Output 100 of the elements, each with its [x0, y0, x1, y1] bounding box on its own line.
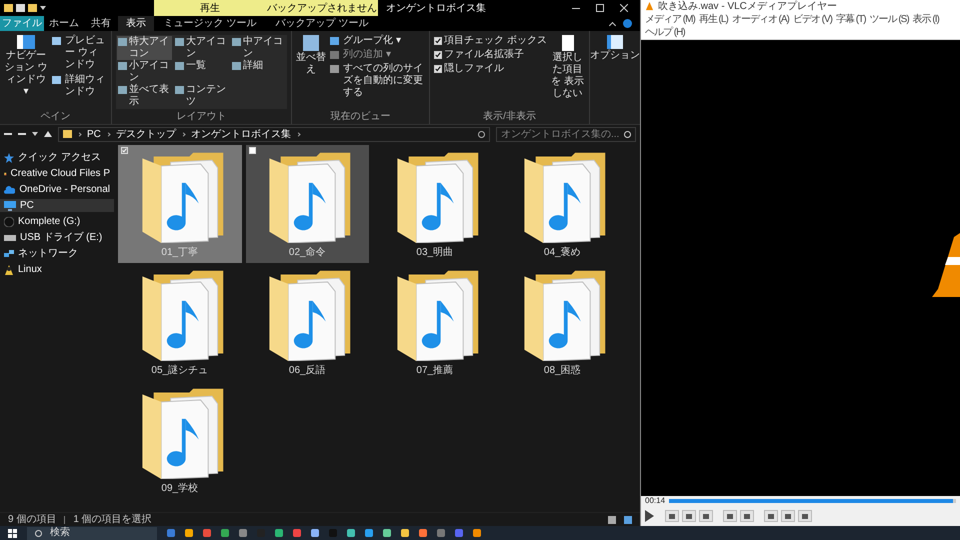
- check-icon: [122, 148, 127, 153]
- navigation-pane-button[interactable]: ナビゲーション ウィンドウ▾: [4, 35, 48, 98]
- group-label: 表示/非表示: [482, 111, 537, 124]
- taskbar-app-icon[interactable]: [239, 529, 247, 537]
- folder-tile[interactable]: 06_反語: [246, 263, 369, 381]
- windows-logo-icon[interactable]: [8, 528, 17, 538]
- taskbar-app-icon[interactable]: [221, 529, 229, 537]
- taskbar-app-icon[interactable]: [437, 529, 445, 537]
- folder-name: 05_謎シチュ: [151, 364, 208, 378]
- hide-selected-button[interactable]: 選択した項目を 表示しない: [550, 35, 585, 100]
- nav-item[interactable]: クイック アクセス: [0, 151, 114, 164]
- menu-item[interactable]: メディア (M): [645, 13, 695, 26]
- ribbon-tab[interactable]: ミュージック ツール: [154, 16, 266, 31]
- layout-option[interactable]: コンテンツ: [174, 84, 229, 108]
- taskbar-app-icon[interactable]: [455, 529, 463, 537]
- nav-label: クイック アクセス: [18, 152, 101, 163]
- folder-tile[interactable]: 05_謎シチュ: [118, 263, 242, 381]
- network-icon: [4, 248, 14, 258]
- nav-label: USB ドライブ (E:): [20, 232, 102, 243]
- checkbox[interactable]: [434, 51, 442, 59]
- taskbar-app-icon[interactable]: [185, 529, 193, 537]
- folder-tile[interactable]: 09_学校: [118, 381, 242, 499]
- folder-tile[interactable]: 04_褒め: [500, 145, 624, 263]
- address-bar[interactable]: PC デスクトップ オンゲントロボイス集: [58, 126, 490, 142]
- star-icon: [4, 152, 14, 162]
- menu-item[interactable]: 再生 (L): [698, 13, 728, 26]
- layout-option[interactable]: 並べて表示: [117, 84, 172, 108]
- menu-item[interactable]: 字幕 (T): [836, 13, 866, 26]
- ribbon-tab[interactable]: ホーム: [44, 16, 84, 31]
- layout-option[interactable]: 特大アイコン: [117, 36, 172, 60]
- breadcrumb[interactable]: デスクトップ: [116, 126, 176, 142]
- maximize-icon[interactable]: [596, 4, 604, 12]
- search-placeholder: 検索: [50, 527, 70, 539]
- item-checkbox[interactable]: [248, 147, 256, 154]
- menu-item[interactable]: ヘルプ (H): [645, 26, 685, 39]
- search-field[interactable]: オンゲントロボイス集の...: [496, 126, 636, 142]
- nav-item[interactable]: ネットワーク: [0, 247, 114, 260]
- preview-pane-button[interactable]: プレビュー ウィンドウ: [52, 35, 107, 71]
- taskbar-app-icon[interactable]: [419, 529, 427, 537]
- nav-label: PC: [20, 200, 34, 211]
- options-button[interactable]: オプション: [590, 35, 640, 62]
- ribbon-tab[interactable]: ファイル: [0, 16, 44, 31]
- taskbar-app-icon[interactable]: [275, 529, 283, 537]
- checkbox[interactable]: [434, 37, 442, 45]
- menu-item[interactable]: ビデオ (V): [792, 13, 832, 26]
- menu-item[interactable]: 表示 (I): [912, 13, 939, 26]
- menu-item[interactable]: ツール (S): [870, 13, 909, 26]
- context-tab-header: バックアップされません: [266, 0, 378, 16]
- breadcrumb[interactable]: PC: [87, 126, 101, 142]
- add-column-button[interactable]: 列の追加 ▾: [330, 49, 425, 61]
- nav-item[interactable]: OneDrive - Personal: [0, 183, 114, 196]
- taskbar-app-icon[interactable]: [347, 529, 355, 537]
- nav-item[interactable]: PC: [0, 199, 114, 212]
- breadcrumb[interactable]: オンゲントロボイス集: [190, 126, 291, 142]
- taskbar-app-icon[interactable]: [293, 529, 301, 537]
- folder-tile[interactable]: 03_明曲: [373, 145, 496, 263]
- layout-option[interactable]: 大アイコン: [174, 36, 229, 60]
- item-checkbox[interactable]: [121, 147, 128, 154]
- nav-label: Linux: [18, 264, 42, 275]
- sort-button[interactable]: 並べ替え: [296, 35, 326, 99]
- details-pane-button[interactable]: 詳細ウィンドウ: [52, 74, 107, 98]
- taskbar-app-icon[interactable]: [203, 529, 211, 537]
- dropdown-icon[interactable]: [32, 132, 38, 136]
- group-label: レイアウト: [176, 111, 228, 124]
- ribbon-tab[interactable]: バックアップ ツール: [266, 16, 378, 31]
- cloud-icon: [4, 186, 16, 194]
- layout-option[interactable]: 小アイコン: [117, 60, 172, 84]
- taskbar-app-icon[interactable]: [365, 529, 373, 537]
- menu-item[interactable]: オーディオ (A): [732, 13, 789, 26]
- layout-option[interactable]: 一覧: [174, 60, 229, 84]
- status-text: 9 個の項目: [8, 513, 56, 526]
- taskbar-app-icon[interactable]: [167, 529, 175, 537]
- autosize-columns-button[interactable]: すべての列のサイズを自動的に変更する: [330, 63, 425, 99]
- checkbox[interactable]: [434, 65, 442, 73]
- nav-label: OneDrive - Personal: [19, 184, 110, 195]
- taskbar-app-icon[interactable]: [311, 529, 319, 537]
- taskbar-search-field[interactable]: 検索: [27, 526, 157, 540]
- folder-name: 08_困惑: [544, 364, 581, 378]
- taskbar-app-icon[interactable]: [473, 529, 481, 537]
- nav-item[interactable]: Creative Cloud Files P: [0, 167, 114, 180]
- nav-label: ネットワーク: [18, 248, 78, 259]
- folder-tile[interactable]: 02_命令: [246, 145, 369, 263]
- ribbon-tab[interactable]: 共有: [84, 16, 118, 31]
- folder-tile[interactable]: 07_推薦: [373, 263, 496, 381]
- chevron-icon: [106, 132, 111, 136]
- group-label: 現在のビュー: [330, 111, 392, 124]
- layout-option[interactable]: 詳細: [231, 60, 286, 84]
- taskbar-app-icon[interactable]: [383, 529, 391, 537]
- help-icon[interactable]: [623, 19, 632, 28]
- folder-tile[interactable]: 08_困惑: [500, 263, 624, 381]
- close-icon[interactable]: [620, 4, 628, 12]
- group-by-button[interactable]: グループ化 ▾: [330, 35, 425, 47]
- layout-option[interactable]: 中アイコン: [231, 36, 286, 60]
- nav-item[interactable]: Komplete (G:): [0, 215, 114, 228]
- nav-item[interactable]: USB ドライブ (E:): [0, 231, 114, 244]
- up-icon[interactable]: [44, 131, 52, 137]
- ribbon-tab[interactable]: 表示: [118, 16, 154, 31]
- checkbox-label: 項目チェック ボックス: [444, 35, 547, 47]
- nav-item[interactable]: Linux: [0, 263, 114, 276]
- taskbar-app-icon[interactable]: [401, 529, 409, 537]
